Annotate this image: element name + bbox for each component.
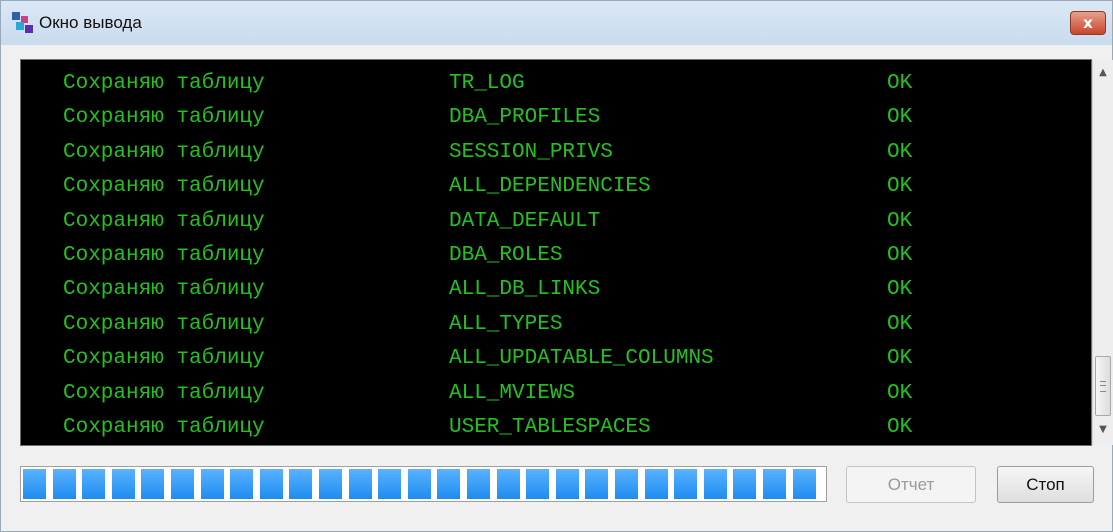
console-action-text: Сохраняю таблицу: [63, 106, 265, 130]
console-table-name: DATA_DEFAULT: [449, 209, 601, 233]
console-action-text: Сохраняю таблицу: [63, 175, 265, 199]
scrollbar-thumb[interactable]: [1095, 356, 1111, 416]
console-line: Сохраняю таблицу TR_LOG OK: [21, 65, 1071, 99]
console-status: OK: [887, 416, 913, 439]
progress-bar: [20, 466, 827, 502]
console-status: OK: [887, 312, 913, 336]
progress-segment: [437, 469, 461, 499]
progress-segment: [703, 469, 727, 499]
progress-segment: [674, 469, 698, 499]
console-line: Сохраняю таблицу DATA_DEFAULT OK: [21, 203, 1071, 237]
console-table-name: ALL_TYPES: [449, 312, 563, 336]
console-status: OK: [887, 106, 913, 130]
console-action-text: Сохраняю таблицу: [63, 244, 265, 267]
console-status: OK: [887, 72, 913, 95]
console-status: OK: [887, 244, 913, 267]
arrow-up-icon[interactable]: ▲: [1093, 62, 1113, 84]
progress-segment: [200, 469, 224, 499]
arrow-down-icon[interactable]: ▼: [1093, 419, 1113, 441]
console-table-name: SESSION_PRIVS: [449, 140, 613, 164]
console-status: OK: [887, 278, 913, 302]
output-window: Окно вывода x Сохраняю таблицу TR_LOG OK Со…: [0, 0, 1113, 532]
progress-segment: [348, 469, 372, 499]
console-status: OK: [887, 175, 913, 199]
console-line: Сохраняю таблицу ALL_DEPENDENCIES OK: [21, 168, 1071, 202]
progress-segment: [171, 469, 194, 499]
progress-segment: [585, 469, 609, 499]
progress-segment: [407, 469, 431, 499]
console-action-text: Сохраняю таблицу: [63, 381, 265, 405]
console-action-text: Сохраняю таблицу: [63, 347, 265, 371]
console-status: OK: [887, 140, 913, 164]
console-table-name: USER_TABLESPACES: [449, 416, 651, 439]
vertical-scrollbar[interactable]: ▲ ▼: [1092, 60, 1113, 445]
console-table-name: ALL_MVIEWS: [449, 381, 576, 405]
progress-segment: [644, 469, 668, 499]
console-action-text: Сохраняю таблицу: [63, 209, 265, 233]
progress-segment: [467, 469, 490, 499]
progress-segment: [378, 469, 402, 499]
progress-segment: [141, 469, 165, 499]
console-action-text: Сохраняю таблицу: [63, 278, 265, 302]
progress-segment: [792, 469, 816, 499]
console-action-text: Сохраняю таблицу: [63, 416, 265, 439]
report-button[interactable]: Отчет: [846, 466, 976, 503]
console-line: Сохраняю таблицу SESSION_PRIVS OK: [21, 134, 1071, 168]
progress-segment: [289, 469, 313, 499]
console-action-text: Сохраняю таблицу: [63, 312, 265, 336]
console-line: Сохраняю таблицу DBA_ROLES OK: [21, 237, 1071, 271]
console-line: Сохраняю таблицу ALL_UPDATABLE_COLUMNS OK: [21, 340, 1071, 374]
console-line: Сохраняю таблицу ALL_MVIEWS OK: [21, 375, 1071, 409]
console-status: OK: [887, 209, 913, 233]
progress-segment: [496, 469, 520, 499]
app-windows-icon: [12, 12, 33, 33]
progress-segment: [763, 469, 786, 499]
console-line: Сохраняю таблицу ALL_TYPES OK: [21, 306, 1071, 340]
progress-segment: [230, 469, 254, 499]
close-button[interactable]: x: [1070, 11, 1106, 35]
console-action-text: Сохраняю таблицу: [63, 140, 265, 164]
console-table-name: DBA_ROLES: [449, 244, 563, 267]
console-table-name: ALL_DB_LINKS: [449, 278, 601, 302]
console-line: Сохраняю таблицу DBA_PROFILES OK: [21, 99, 1071, 133]
console-line: Сохраняю таблицу ALL_DB_LINKS OK: [21, 271, 1071, 305]
console-table-name: ALL_DEPENDENCIES: [449, 175, 651, 199]
console-table-name: ALL_UPDATABLE_COLUMNS: [449, 347, 714, 371]
progress-segment: [733, 469, 757, 499]
console-table-name: DBA_PROFILES: [449, 106, 601, 130]
close-icon: x: [1083, 14, 1093, 32]
progress-segment: [526, 469, 550, 499]
progress-segment: [52, 469, 76, 499]
progress-segment: [82, 469, 106, 499]
stop-button[interactable]: Стоп: [997, 466, 1094, 503]
grip-icon: [1100, 381, 1106, 392]
console-table-name: TR_LOG: [449, 72, 525, 95]
output-console[interactable]: Сохраняю таблицу TR_LOG OK Сохраняю таблицу…: [20, 59, 1092, 446]
console-status: OK: [887, 347, 913, 371]
progress-segment: [23, 469, 46, 499]
console-action-text: Сохраняю таблицу: [63, 72, 265, 95]
progress-segment: [259, 469, 283, 499]
progress-segment: [615, 469, 638, 499]
console-status: OK: [887, 381, 913, 405]
progress-segment: [319, 469, 342, 499]
progress-segment: [111, 469, 135, 499]
title-bar[interactable]: Окно вывода x: [1, 1, 1112, 45]
progress-segment: [555, 469, 579, 499]
window-title: Окно вывода: [39, 13, 142, 32]
console-line: Сохраняю таблицу USER_TABLESPACES OK: [21, 409, 1071, 443]
